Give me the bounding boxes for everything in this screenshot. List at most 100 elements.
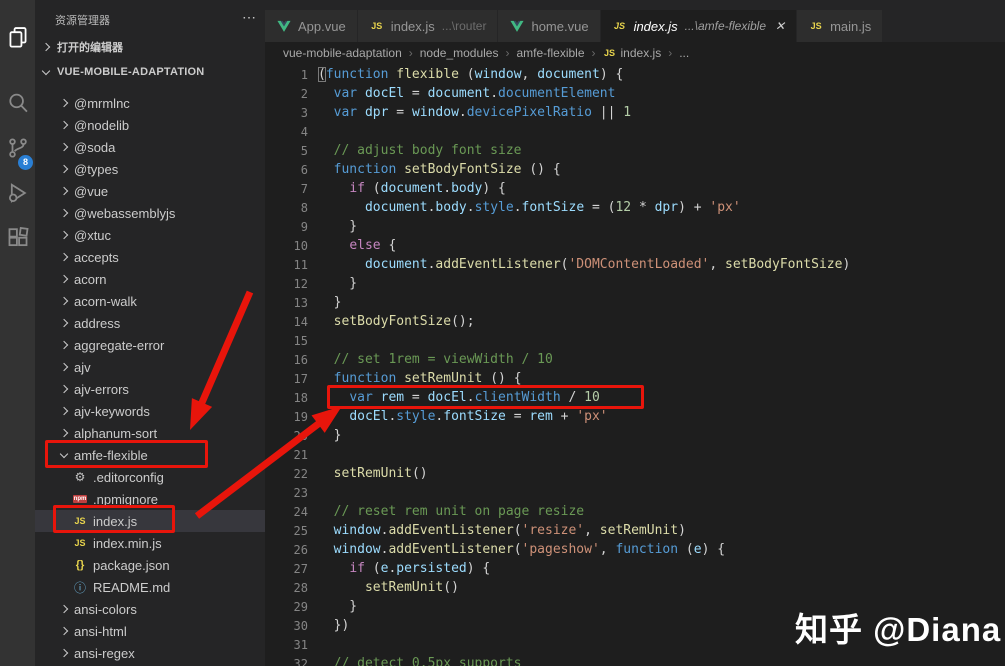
tree-item-address[interactable]: address [35, 312, 265, 334]
code-line-8[interactable]: 8 document.body.style.fontSize = (12 * d… [265, 198, 1005, 217]
more-actions-icon[interactable]: ⋯ [242, 10, 257, 35]
tree-item-@soda[interactable]: @soda [35, 136, 265, 158]
code-token: dpr [654, 200, 679, 215]
code-line-27[interactable]: 27 if (e.persisted) { [265, 559, 1005, 578]
code-token: body [451, 181, 483, 196]
code-line-3[interactable]: 3 var dpr = window.devicePixelRatio || 1 [265, 103, 1005, 122]
search-icon[interactable] [0, 83, 35, 123]
chevron-right-icon [59, 120, 69, 130]
code-token: clientWidth [474, 390, 561, 405]
code-line-6[interactable]: 6 function setBodyFontSize () { [265, 160, 1005, 179]
close-icon[interactable]: ✕ [775, 19, 785, 33]
code-line-20[interactable]: 20 } [265, 426, 1005, 445]
tree-item-acorn-walk[interactable]: acorn-walk [35, 290, 265, 312]
workspace-section[interactable]: VUE-MOBILE-ADAPTATION [35, 59, 265, 85]
breadcrumb-item-nodemodules[interactable]: node_modules [420, 46, 499, 60]
tree-item-amfe-flexible[interactable]: amfe-flexible [35, 444, 265, 466]
tree-item-ansi-html[interactable]: ansi-html [35, 620, 265, 642]
code-line-19[interactable]: 19 docEl.style.fontSize = rem + 'px' [265, 407, 1005, 426]
editor-group: App.vue JS index.js ...\router home.vue JS ind… [265, 0, 1005, 666]
run-debug-icon[interactable] [0, 173, 35, 213]
tree-item-ansi-regex[interactable]: ansi-regex [35, 642, 265, 664]
code-line-9[interactable]: 9 } [265, 217, 1005, 236]
tree-item-index.min.js[interactable]: JS index.min.js [35, 532, 265, 554]
code-text: var dpr = window.devicePixelRatio || 1 [318, 105, 631, 120]
code-line-17[interactable]: 17 function setRemUnit () { [265, 369, 1005, 388]
tree-item-ajv[interactable]: ajv [35, 356, 265, 378]
explorer-sidebar: 资源管理器 ⋯ 打开的编辑器 VUE-MOBILE-ADAPTATION @mr… [35, 0, 265, 666]
tree-item-@mrmlnc[interactable]: @mrmlnc [35, 92, 265, 114]
tab-App.vue[interactable]: App.vue [265, 10, 357, 42]
tab-home.vue[interactable]: home.vue [498, 10, 600, 42]
tree-item-index.js[interactable]: JS index.js [35, 510, 265, 532]
tree-item-accepts[interactable]: accepts [35, 246, 265, 268]
tree-item-ajv-keywords[interactable]: ajv-keywords [35, 400, 265, 422]
code-line-28[interactable]: 28 setRemUnit() [265, 578, 1005, 597]
tree-item-acorn[interactable]: acorn [35, 268, 265, 290]
code-line-11[interactable]: 11 document.addEventListener('DOMContent… [265, 255, 1005, 274]
code-token: } [318, 295, 342, 310]
code-token: setRemUnit [599, 523, 679, 538]
code-line-14[interactable]: 14 setBodyFontSize(); [265, 312, 1005, 331]
tree-item-.editorconfig[interactable]: ⚙ .editorconfig [35, 466, 265, 488]
code-line-10[interactable]: 10 else { [265, 236, 1005, 255]
code-editor[interactable]: 1 (function flexible (window, document) {… [265, 65, 1005, 666]
tree-item-@webassemblyjs[interactable]: @webassemblyjs [35, 202, 265, 224]
tree-item-@types[interactable]: @types [35, 158, 265, 180]
line-number: 7 [300, 181, 308, 196]
code-line-2[interactable]: 2 var docEl = document.documentElement [265, 84, 1005, 103]
code-line-4[interactable]: 4 [265, 122, 1005, 141]
breadcrumb-item-amfe-flexible[interactable]: amfe-flexible [516, 46, 584, 60]
code-line-21[interactable]: 21 [265, 445, 1005, 464]
tab-index.js[interactable]: JS index.js ...\amfe-flexible ✕ [600, 10, 797, 42]
js-file-icon: JS [808, 18, 824, 34]
explorer-icon[interactable] [0, 17, 35, 57]
tree-item-@xtuc[interactable]: @xtuc [35, 224, 265, 246]
tree-item-aggregate-error[interactable]: aggregate-error [35, 334, 265, 356]
code-line-13[interactable]: 13 } [265, 293, 1005, 312]
breadcrumb-label: vue-mobile-adaptation [283, 46, 402, 60]
code-line-26[interactable]: 26 window.addEventListener('pageshow', f… [265, 540, 1005, 559]
tree-item-README.md[interactable]: ⓘ README.md [35, 576, 265, 598]
tree-item-ansi-colors[interactable]: ansi-colors [35, 598, 265, 620]
tab-index.js[interactable]: JS index.js ...\router [357, 10, 498, 42]
tree-item-package.json[interactable]: {} package.json [35, 554, 265, 576]
code-token: fontSize [521, 200, 585, 215]
source-control-icon[interactable]: 8 [0, 128, 35, 170]
code-token: addEventListener [388, 523, 514, 538]
tab-main.js[interactable]: JS main.js [797, 10, 883, 42]
open-editors-section[interactable]: 打开的编辑器 [35, 35, 265, 59]
code-line-5[interactable]: 5 // adjust body font size [265, 141, 1005, 160]
code-line-18[interactable]: 18 var rem = docEl.clientWidth / 10 [265, 388, 1005, 407]
breadcrumb-item-index.js[interactable]: JS index.js [603, 46, 661, 60]
code-line-25[interactable]: 25 window.addEventListener('resize', set… [265, 521, 1005, 540]
tree-item-alphanum-sort[interactable]: alphanum-sort [35, 422, 265, 444]
code-token: var [349, 390, 373, 405]
breadcrumb-item-vue-mobile-adaptation[interactable]: vue-mobile-adaptation [283, 46, 402, 60]
tree-item-@nodelib[interactable]: @nodelib [35, 114, 265, 136]
code-token: style [474, 200, 514, 215]
code-token: window [411, 105, 459, 120]
code-token: 1 [623, 105, 632, 120]
code-line-15[interactable]: 15 [265, 331, 1005, 350]
code-line-1[interactable]: 1 (function flexible (window, document) { [265, 65, 1005, 84]
code-line-12[interactable]: 12 } [265, 274, 1005, 293]
breadcrumb-item-...[interactable]: ... [679, 46, 689, 60]
code-line-7[interactable]: 7 if (document.body) { [265, 179, 1005, 198]
code-line-32[interactable]: 32 // detect 0.5px supports [265, 654, 1005, 666]
code-line-24[interactable]: 24 // reset rem unit on page resize [265, 502, 1005, 521]
tree-item-.npmignore[interactable]: npm .npmignore [35, 488, 265, 510]
extensions-icon[interactable] [0, 218, 35, 258]
code-text: function setRemUnit () { [318, 371, 522, 386]
tree-item-label: @webassemblyjs [74, 205, 176, 221]
file-tree: @mrmlnc @nodelib @soda @types @vue @webassemb… [35, 92, 265, 664]
code-line-16[interactable]: 16 // set 1rem = viewWidth / 10 [265, 350, 1005, 369]
code-line-22[interactable]: 22 setRemUnit() [265, 464, 1005, 483]
chevron-right-icon [59, 164, 69, 174]
code-token: // set 1rem = viewWidth / 10 [318, 352, 553, 367]
tree-item-ajv-errors[interactable]: ajv-errors [35, 378, 265, 400]
code-token: window [333, 542, 381, 557]
tree-item-@vue[interactable]: @vue [35, 180, 265, 202]
code-line-23[interactable]: 23 [265, 483, 1005, 502]
